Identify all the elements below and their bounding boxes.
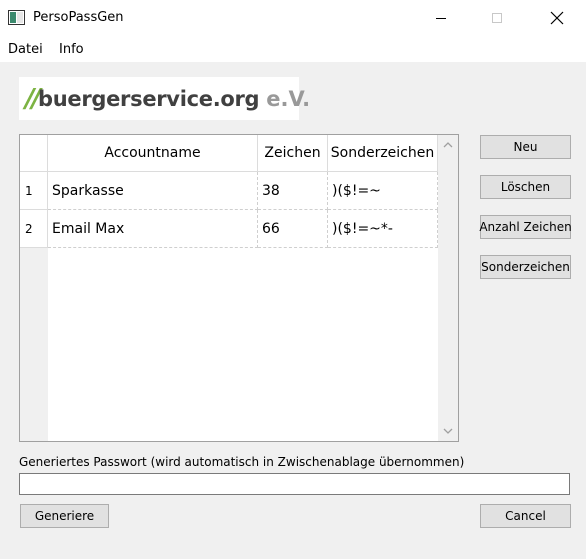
logo-slashes: //	[25, 83, 41, 114]
column-header-accountname[interactable]: Accountname	[48, 135, 258, 172]
scroll-down-icon[interactable]	[442, 425, 454, 437]
neu-button[interactable]: Neu	[480, 135, 571, 159]
column-header-zeichen[interactable]: Zeichen	[258, 135, 328, 172]
logo-name: buergerservice.org	[38, 86, 260, 111]
table-cell-sonderzeichen[interactable]: )($!=~	[328, 172, 438, 210]
password-field[interactable]	[19, 473, 570, 495]
table-cell-accountname[interactable]: Sparkasse	[48, 172, 258, 210]
table-cell-zeichen[interactable]: 38	[258, 172, 328, 210]
vertical-scrollbar[interactable]	[438, 135, 458, 441]
menu-info[interactable]: Info	[59, 42, 84, 57]
accounts-table[interactable]: Accountname Zeichen Sonderzeichen 1 Spar…	[19, 134, 459, 442]
table-cell-sonderzeichen[interactable]: )($!=~*-	[328, 210, 438, 248]
maximize-icon	[492, 13, 502, 23]
password-label: Generiertes Passwort (wird automatisch i…	[19, 455, 465, 469]
table-corner	[20, 135, 48, 172]
title-bar: PersoPassGen	[0, 0, 586, 37]
cancel-button[interactable]: Cancel	[480, 504, 571, 528]
minimize-button[interactable]	[418, 0, 464, 36]
sonderzeichen-button[interactable]: Sonderzeichen	[480, 255, 571, 279]
menu-datei[interactable]: Datei	[8, 42, 43, 57]
row-number[interactable]: 1	[20, 172, 48, 210]
menu-bar: Datei Info	[0, 37, 586, 62]
row-number[interactable]: 2	[20, 210, 48, 248]
close-button[interactable]	[534, 0, 580, 36]
close-icon	[550, 11, 564, 25]
maximize-button[interactable]	[474, 0, 520, 36]
anzahl-zeichen-button[interactable]: Anzahl Zeichen	[479, 215, 572, 239]
table-cell-zeichen[interactable]: 66	[258, 210, 328, 248]
scroll-up-icon[interactable]	[442, 139, 454, 151]
minimize-icon	[436, 18, 446, 19]
buergerservice-logo: // buergerservice.org e.V.	[19, 77, 310, 120]
logo-suffix: e.V.	[266, 86, 311, 111]
table-cell-accountname[interactable]: Email Max	[48, 210, 258, 248]
app-icon	[8, 10, 25, 25]
column-header-sonderzeichen[interactable]: Sonderzeichen	[328, 135, 438, 172]
window-title: PersoPassGen	[33, 10, 124, 25]
generiere-button[interactable]: Generiere	[20, 504, 109, 528]
loeschen-button[interactable]: Löschen	[480, 175, 571, 199]
